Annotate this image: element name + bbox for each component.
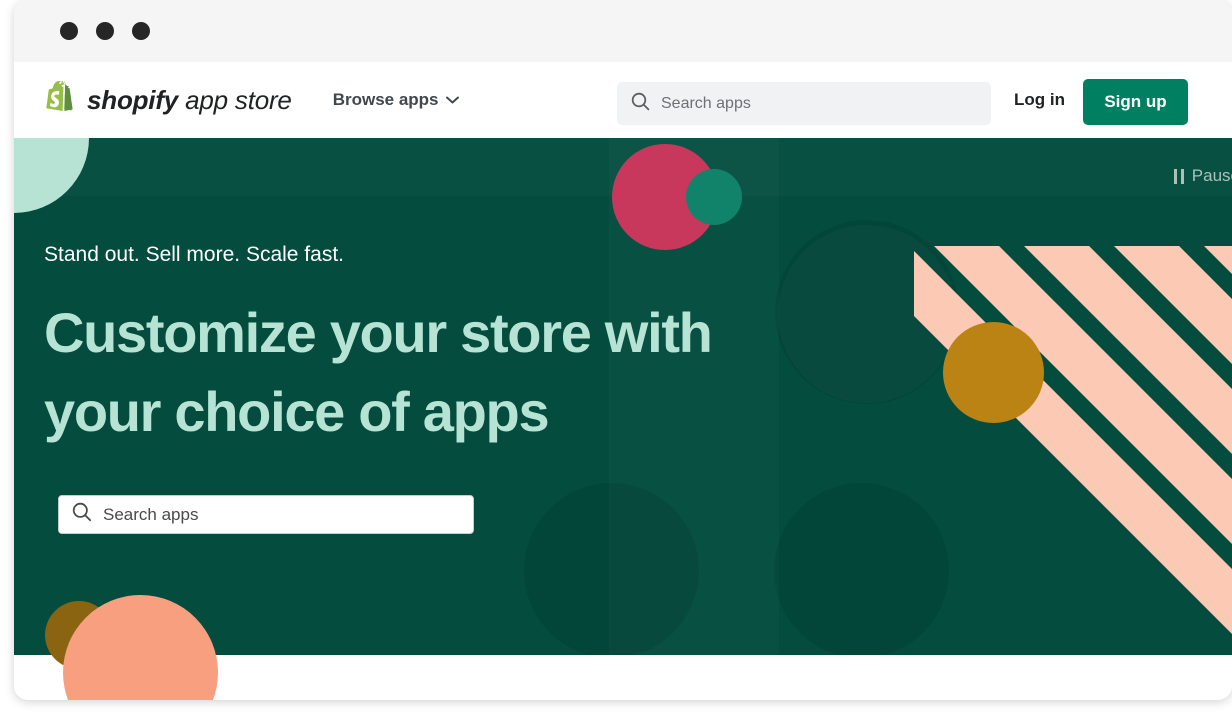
window-dot-close-icon[interactable] <box>60 22 78 40</box>
brand-wordmark-bold: shopify <box>87 84 179 115</box>
carousel-pause-button[interactable]: Pause <box>1173 166 1232 186</box>
window-dot-maximize-icon[interactable] <box>132 22 150 40</box>
header-search-placeholder: Search apps <box>661 94 751 112</box>
decor-mint-quarter-circle <box>14 138 89 213</box>
brand-wordmark-light: app store <box>178 84 292 115</box>
hero-headline: Customize your store with your choice of… <box>44 293 713 451</box>
window-dot-minimize-icon[interactable] <box>96 22 114 40</box>
hero-eyebrow: Stand out. Sell more. Scale fast. <box>44 243 344 266</box>
site-header: shopify app store Browse apps Search app… <box>14 62 1232 138</box>
shopify-app-store-logo[interactable]: shopify app store <box>44 78 292 122</box>
search-icon <box>72 502 92 527</box>
brand-wordmark: shopify app store <box>87 85 292 116</box>
screenshot-root: shopify app store Browse apps Search app… <box>0 0 1232 715</box>
decor-gold-circle <box>943 322 1044 423</box>
nav-browse-apps-label: Browse apps <box>332 90 439 109</box>
header-search-input[interactable]: Search apps <box>617 82 991 125</box>
hero-section: Pause Stand out. Sell more. Scale fast. <box>14 138 1232 700</box>
browser-window: shopify app store Browse apps Search app… <box>14 0 1232 700</box>
decor-diagonal-stripes <box>914 246 1232 700</box>
shopify-bag-icon <box>44 81 78 119</box>
hero-headline-line-1: Customize your store with <box>44 301 713 364</box>
decor-teal-circle <box>686 169 742 225</box>
hero-tone-circle-3 <box>524 483 699 655</box>
log-in-link[interactable]: Log in <box>1014 90 1065 110</box>
carousel-pause-label: Pause <box>1191 166 1232 185</box>
pause-icon <box>1173 168 1184 184</box>
window-titlebar <box>14 0 1232 62</box>
search-icon <box>631 92 650 116</box>
nav-browse-apps[interactable]: Browse apps <box>333 90 459 110</box>
hero-search-input[interactable]: Search apps <box>58 495 474 534</box>
hero-headline-line-2: your choice of apps <box>44 380 550 443</box>
sign-up-button[interactable]: Sign up <box>1083 79 1188 125</box>
chevron-down-icon <box>445 96 459 104</box>
hero-search-placeholder: Search apps <box>103 504 199 524</box>
